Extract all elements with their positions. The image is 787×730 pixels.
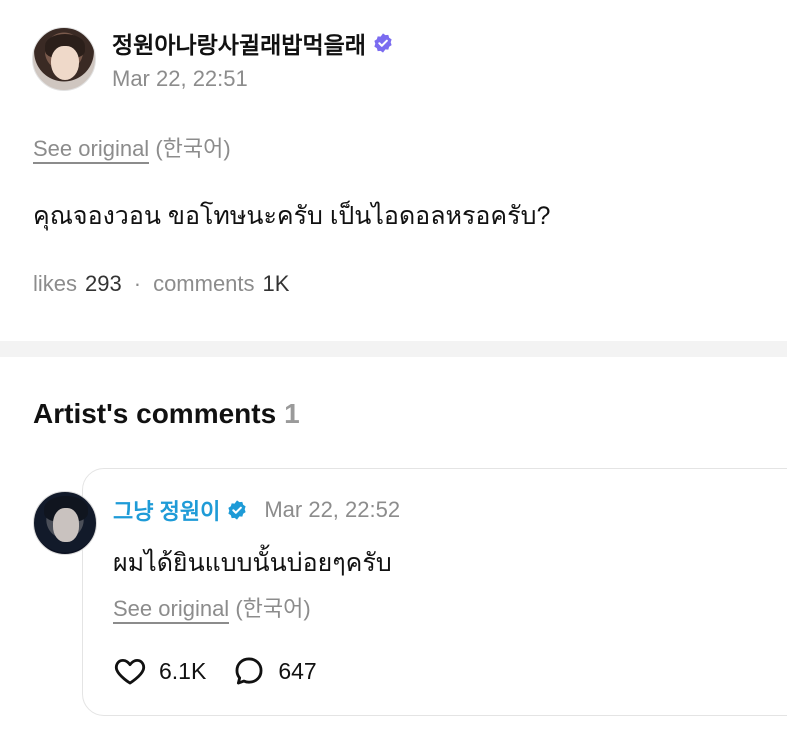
comment-see-original-row: See original (한국어) (113, 591, 311, 624)
post-author-avatar[interactable] (32, 27, 96, 91)
comments-count[interactable]: 1K (263, 271, 290, 297)
comment-actions: 6.1K 647 (113, 654, 317, 688)
artist-avatar[interactable] (33, 491, 97, 555)
chat-bubble-icon[interactable] (232, 654, 266, 688)
avatar-face (51, 46, 79, 80)
see-original-row: See original (한국어) (33, 131, 231, 164)
verified-check-icon (228, 500, 246, 520)
stats-separator: · (133, 271, 142, 296)
artist-comment-header: 그냥 정원이 Mar 22, 22:52 (113, 494, 400, 526)
post-author-row: 정원아나랑사귈래밥먹을래 (112, 26, 394, 60)
post-author-name[interactable]: 정원아나랑사귈래밥먹을래 (112, 26, 366, 60)
artist-comment-timestamp: Mar 22, 22:52 (264, 497, 401, 522)
comment-original-language-label: (한국어) (235, 596, 311, 621)
artist-avatar-face (53, 508, 79, 542)
comments-label[interactable]: comments (153, 271, 254, 297)
comment-see-original-link[interactable]: See original (113, 596, 230, 624)
artist-name[interactable]: 그냥 정원이 (113, 494, 220, 526)
artist-comments-heading: Artist's comments 1 (33, 398, 300, 430)
post-body: คุณจองวอน ขอโทษนะครับ เป็นไอดอลหรอครับ? (33, 202, 551, 230)
artist-comments-title: Artist's comments (33, 398, 277, 429)
post-stats: likes 293 · comments 1K (33, 271, 289, 297)
artist-comment-body: ผมได้ยินแบบนั้นบ่อยๆครับ (113, 549, 392, 577)
section-divider (0, 341, 787, 357)
heart-icon[interactable] (113, 654, 147, 688)
fan-post: 정원아나랑사귈래밥먹을래 Mar 22, 22:51 See original … (0, 0, 787, 340)
see-original-link[interactable]: See original (33, 136, 150, 164)
comment-likes-count: 6.1K (159, 657, 207, 684)
likes-label: likes (33, 271, 78, 296)
post-timestamp: Mar 22, 22:51 (112, 66, 248, 91)
comment-replies-count: 647 (278, 657, 317, 684)
verified-badge-icon (374, 33, 392, 53)
original-language-label: (한국어) (155, 136, 231, 161)
artist-comments-count: 1 (284, 398, 300, 429)
likes-count: 293 (85, 271, 122, 296)
